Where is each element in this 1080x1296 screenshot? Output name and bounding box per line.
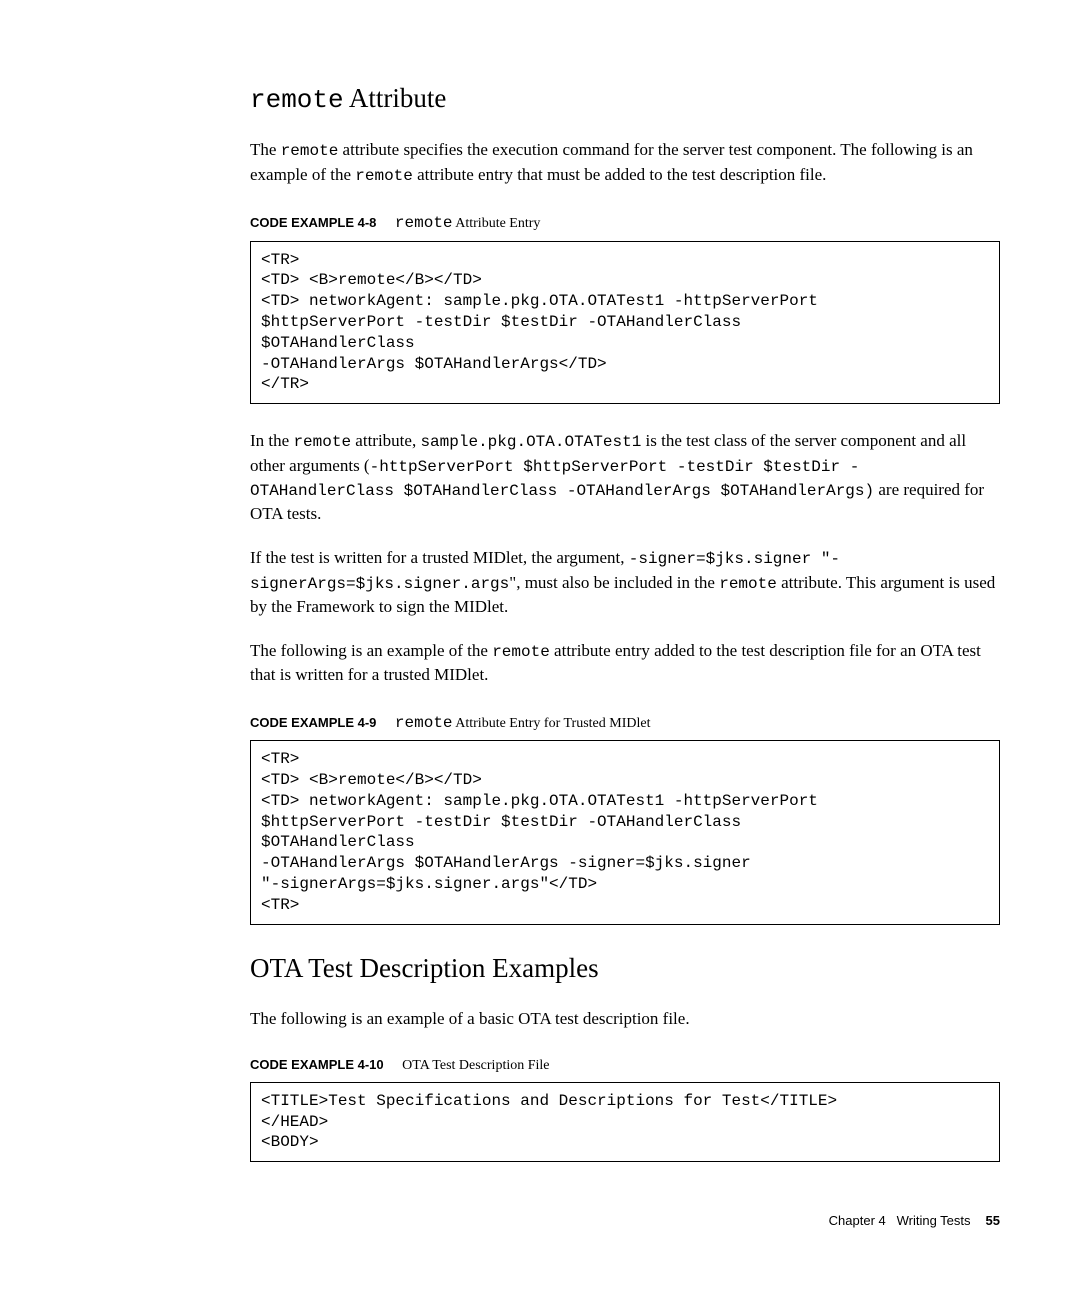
page-footer: Chapter 4 Writing Tests 55 (250, 1212, 1000, 1230)
code-caption-4-10: CODE EXAMPLE 4-10 OTA Test Description F… (250, 1056, 1000, 1076)
caption-label: CODE EXAMPLE 4-9 (250, 715, 376, 730)
code-example-4-10: <TITLE>Test Specifications and Descripti… (250, 1082, 1000, 1162)
caption-label: CODE EXAMPLE 4-8 (250, 215, 376, 230)
text: If the test is written for a trusted MID… (250, 548, 629, 567)
caption-label: CODE EXAMPLE 4-10 (250, 1057, 384, 1072)
inline-code: remote (719, 575, 777, 593)
caption-mono: remote (395, 214, 453, 232)
inline-code: sample.pkg.OTA.OTATest1 (420, 433, 641, 451)
heading-remote-attribute: remote Attribute (250, 80, 1000, 118)
caption-rest: Attribute Entry (453, 216, 541, 231)
inline-code: remote (293, 433, 351, 451)
paragraph-4: The following is an example of the remot… (250, 639, 1000, 687)
paragraph-3: If the test is written for a trusted MID… (250, 546, 1000, 619)
text: The following is an example of the (250, 641, 492, 660)
code-caption-4-9: CODE EXAMPLE 4-9 remote Attribute Entry … (250, 712, 1000, 734)
paragraph-5: The following is an example of a basic O… (250, 1007, 1000, 1031)
code-example-4-8: <TR> <TD> <B>remote</B></TD> <TD> networ… (250, 241, 1000, 405)
caption-rest: OTA Test Description File (402, 1058, 549, 1073)
caption-mono: remote (395, 714, 453, 732)
code-example-4-9: <TR> <TD> <B>remote</B></TD> <TD> networ… (250, 740, 1000, 924)
heading-rest: Attribute (344, 83, 447, 113)
inline-code: remote (492, 643, 550, 661)
paragraph-1: The remote attribute specifies the execu… (250, 138, 1000, 187)
heading-ota-examples: OTA Test Description Examples (250, 950, 1000, 988)
text: The (250, 140, 281, 159)
inline-code: remote (281, 142, 339, 160)
text: attribute, (351, 431, 420, 450)
caption-rest: Attribute Entry for Trusted MIDlet (453, 716, 651, 731)
footer-title: Writing Tests (897, 1213, 971, 1228)
inline-code: remote (355, 167, 413, 185)
code-caption-4-8: CODE EXAMPLE 4-8 remote Attribute Entry (250, 212, 1000, 234)
text: In the (250, 431, 293, 450)
page-number: 55 (986, 1213, 1000, 1228)
heading-mono: remote (250, 85, 344, 115)
footer-chapter: Chapter 4 (829, 1213, 886, 1228)
paragraph-2: In the remote attribute, sample.pkg.OTA.… (250, 429, 1000, 526)
text: ", must also be included in the (509, 573, 719, 592)
text: attribute entry that must be added to th… (413, 165, 827, 184)
